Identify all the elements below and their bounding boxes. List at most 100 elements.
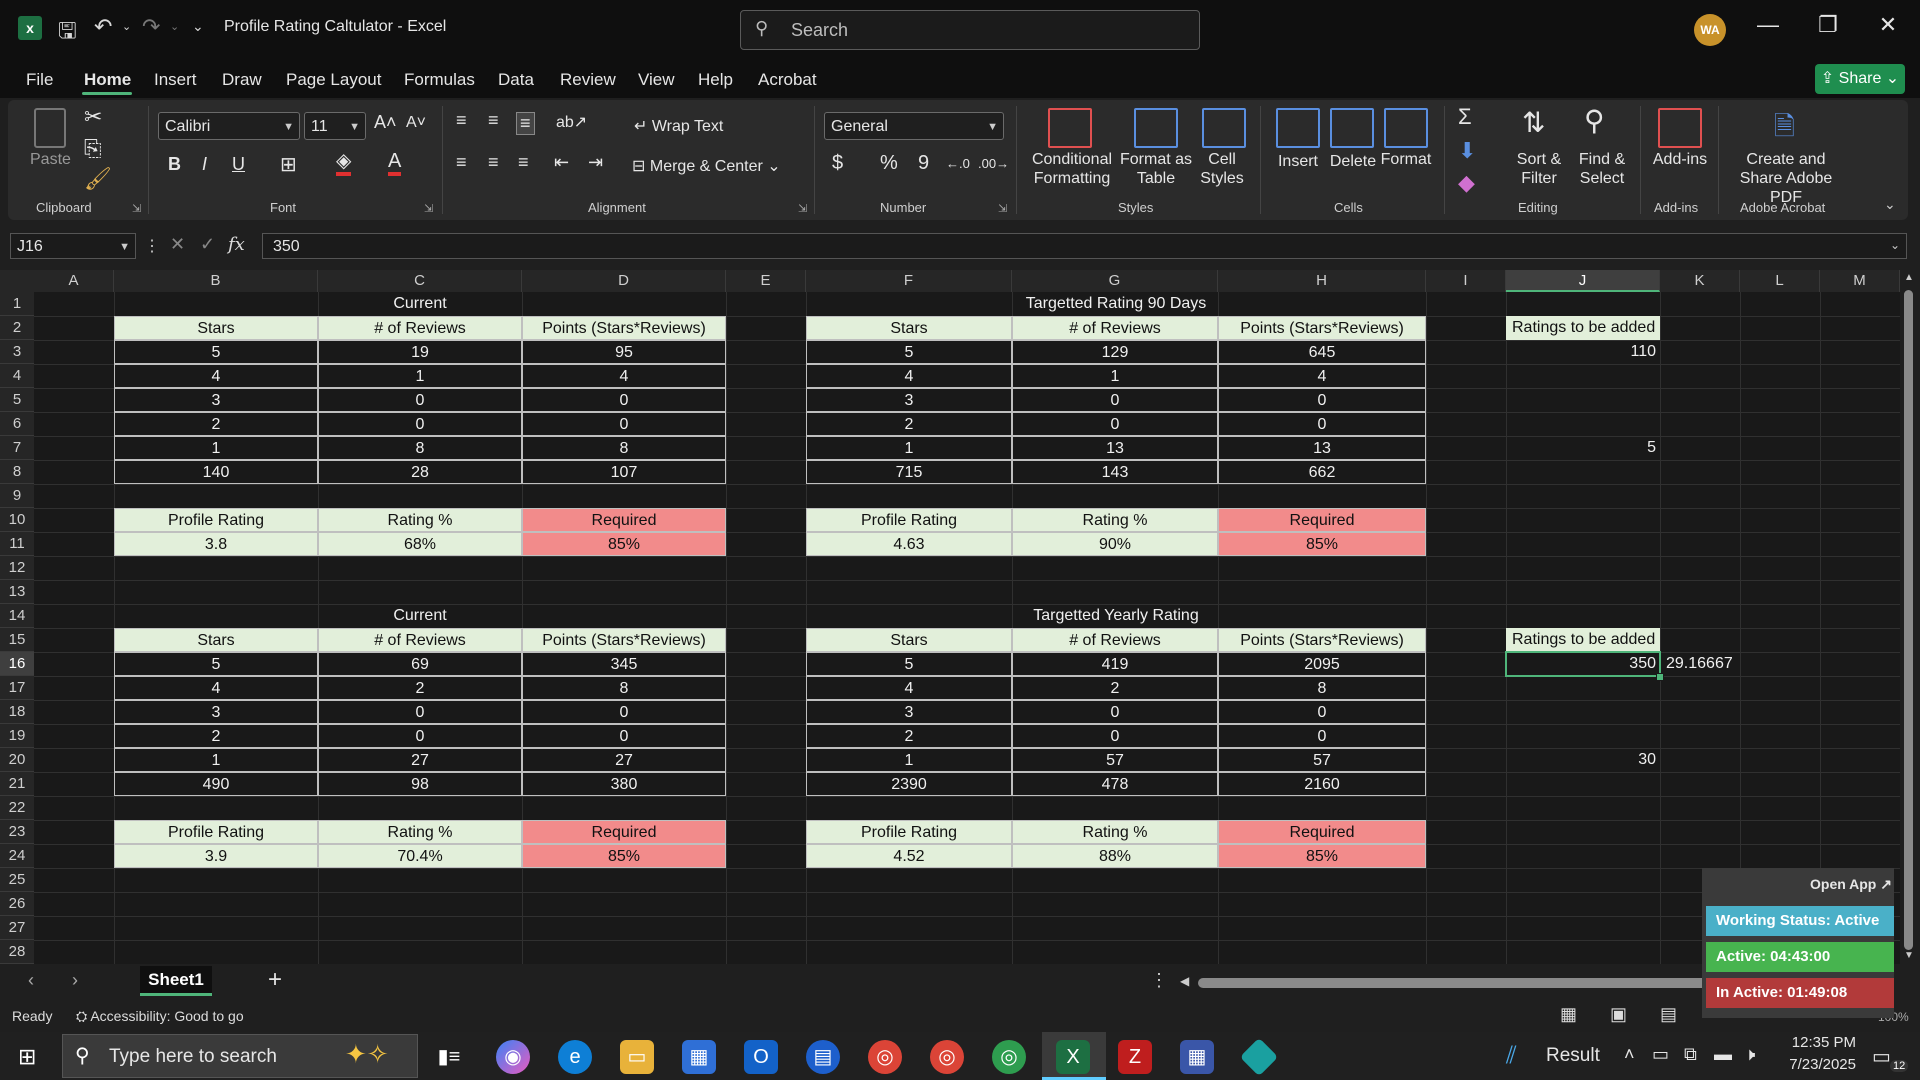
- redo-dropdown-icon[interactable]: ⌄: [170, 20, 179, 33]
- row-header[interactable]: 2: [0, 316, 34, 340]
- row-header[interactable]: 22: [0, 796, 34, 820]
- summary-header[interactable]: Rating %: [1012, 820, 1218, 844]
- table-header[interactable]: Stars: [114, 316, 318, 340]
- table-cell[interactable]: 0: [318, 724, 522, 748]
- taskbar-search[interactable]: ⚲ Type here to search ✦✧: [62, 1034, 418, 1078]
- vertical-scroll-thumb[interactable]: [1904, 290, 1913, 950]
- row-header[interactable]: 18: [0, 700, 34, 724]
- outlook-icon[interactable]: O: [744, 1040, 778, 1074]
- col-header[interactable]: E: [726, 270, 806, 292]
- summary-header[interactable]: Required: [522, 820, 726, 844]
- row-header[interactable]: 1: [0, 292, 34, 316]
- row-header[interactable]: 13: [0, 580, 34, 604]
- row-header[interactable]: 24: [0, 844, 34, 868]
- table-cell[interactable]: 5: [114, 652, 318, 676]
- table-cell[interactable]: 345: [522, 652, 726, 676]
- more-icon[interactable]: ⋮: [1150, 970, 1168, 991]
- comma-button[interactable]: 9: [918, 152, 929, 175]
- table-cell[interactable]: 2: [114, 724, 318, 748]
- copilot-icon[interactable]: ◉: [496, 1040, 530, 1074]
- table-cell[interactable]: 8: [522, 676, 726, 700]
- fill-icon[interactable]: ⬇: [1458, 138, 1476, 164]
- table-header[interactable]: # of Reviews: [1012, 628, 1218, 652]
- row-header[interactable]: 25: [0, 868, 34, 892]
- increase-font-icon[interactable]: A˄: [374, 112, 397, 133]
- add-sheet-icon[interactable]: +: [268, 966, 282, 994]
- format-cells-button[interactable]: Format: [1378, 150, 1434, 169]
- table-cell[interactable]: 140: [114, 460, 318, 484]
- restore-icon[interactable]: ❐: [1808, 12, 1848, 38]
- tray-chevron-icon[interactable]: ˄: [1624, 1044, 1635, 1065]
- ratings-to-add-value[interactable]: 110: [1506, 340, 1660, 364]
- col-header[interactable]: I: [1426, 270, 1506, 292]
- orientation-icon[interactable]: ab↗: [556, 112, 587, 132]
- scroll-up-icon[interactable]: ▲: [1904, 272, 1914, 283]
- summary-header[interactable]: Profile Rating: [806, 508, 1012, 532]
- calendar-icon[interactable]: ▤: [806, 1040, 840, 1074]
- chrome-profile-icon[interactable]: ◎: [930, 1040, 964, 1074]
- cancel-entry-icon[interactable]: ✕: [170, 234, 185, 255]
- table-cell[interactable]: 1: [114, 436, 318, 460]
- number-format-select[interactable]: General ▼: [824, 112, 1004, 140]
- summary-value[interactable]: 70.4%: [318, 844, 522, 868]
- row-header[interactable]: 27: [0, 916, 34, 940]
- col-header[interactable]: J: [1506, 270, 1660, 292]
- menu-insert[interactable]: Insert: [154, 70, 197, 90]
- col-header[interactable]: L: [1740, 270, 1820, 292]
- table-header[interactable]: Stars: [806, 628, 1012, 652]
- row-header[interactable]: 23: [0, 820, 34, 844]
- cell-styles-button[interactable]: Cell Styles: [1192, 150, 1252, 188]
- table-cell[interactable]: 107: [522, 460, 726, 484]
- battery-icon[interactable]: ▬: [1714, 1044, 1732, 1065]
- table-cell[interactable]: 95: [522, 340, 726, 364]
- prev-sheet-icon[interactable]: ‹: [28, 970, 34, 991]
- spreadsheet-grid[interactable]: A B C D E F G H I J K L M 1 2 3 4 5 6 7 …: [0, 270, 1900, 964]
- wrap-text-button[interactable]: ↵ Wrap Text: [634, 116, 723, 136]
- clock-time[interactable]: 12:35 PM: [1780, 1034, 1856, 1051]
- expand-formula-icon[interactable]: ⌄: [1890, 238, 1900, 252]
- format-as-table-button[interactable]: Format as Table: [1118, 150, 1194, 188]
- align-bottom-icon[interactable]: ≡: [516, 112, 535, 135]
- row-header[interactable]: 8: [0, 460, 34, 484]
- summary-value[interactable]: 85%: [522, 532, 726, 556]
- underline-button[interactable]: U: [232, 154, 245, 175]
- table-cell[interactable]: 5: [806, 652, 1012, 676]
- currency-button[interactable]: $: [832, 152, 843, 175]
- summary-value[interactable]: 4.63: [806, 532, 1012, 556]
- col-header[interactable]: G: [1012, 270, 1218, 292]
- row-header[interactable]: 5: [0, 388, 34, 412]
- table-cell[interactable]: 57: [1218, 748, 1426, 772]
- col-header[interactable]: B: [114, 270, 318, 292]
- avatar[interactable]: WA: [1694, 14, 1726, 46]
- table-cell[interactable]: 478: [1012, 772, 1218, 796]
- decrease-indent-icon[interactable]: ⇤: [554, 152, 569, 173]
- row-header[interactable]: 14: [0, 604, 34, 628]
- save-icon[interactable]: 🖫: [58, 14, 77, 52]
- device-icon[interactable]: ⧉: [1684, 1044, 1697, 1065]
- table-cell[interactable]: 380: [522, 772, 726, 796]
- table-header[interactable]: Stars: [114, 628, 318, 652]
- row-header[interactable]: 19: [0, 724, 34, 748]
- increase-indent-icon[interactable]: ⇥: [588, 152, 603, 173]
- summary-value[interactable]: 4.52: [806, 844, 1012, 868]
- name-box[interactable]: J16 ▼: [10, 233, 136, 259]
- notifications-icon[interactable]: ▭: [1872, 1044, 1891, 1069]
- inactive-time-button[interactable]: In Active: 01:49:08: [1706, 978, 1894, 1008]
- table-title[interactable]: Targetted Rating 90 Days: [806, 292, 1426, 316]
- sort-filter-button[interactable]: Sort & Filter: [1508, 150, 1570, 188]
- summary-value[interactable]: 85%: [1218, 844, 1426, 868]
- row-header[interactable]: 10: [0, 508, 34, 532]
- summary-value[interactable]: 85%: [1218, 532, 1426, 556]
- next-sheet-icon[interactable]: ›: [72, 970, 78, 991]
- table-cell[interactable]: 8: [1218, 676, 1426, 700]
- search-box[interactable]: ⚲ Search: [740, 10, 1200, 50]
- align-top-icon[interactable]: ≡: [456, 110, 467, 131]
- table-cell[interactable]: 2: [114, 412, 318, 436]
- normal-view-icon[interactable]: ▦: [1560, 1004, 1577, 1025]
- row-header[interactable]: 20: [0, 748, 34, 772]
- summary-header[interactable]: Required: [1218, 508, 1426, 532]
- clock-date[interactable]: 7/23/2025: [1774, 1056, 1856, 1073]
- table-cell[interactable]: 5: [114, 340, 318, 364]
- table-cell[interactable]: 13: [1218, 436, 1426, 460]
- undo-icon[interactable]: ↶: [94, 14, 112, 40]
